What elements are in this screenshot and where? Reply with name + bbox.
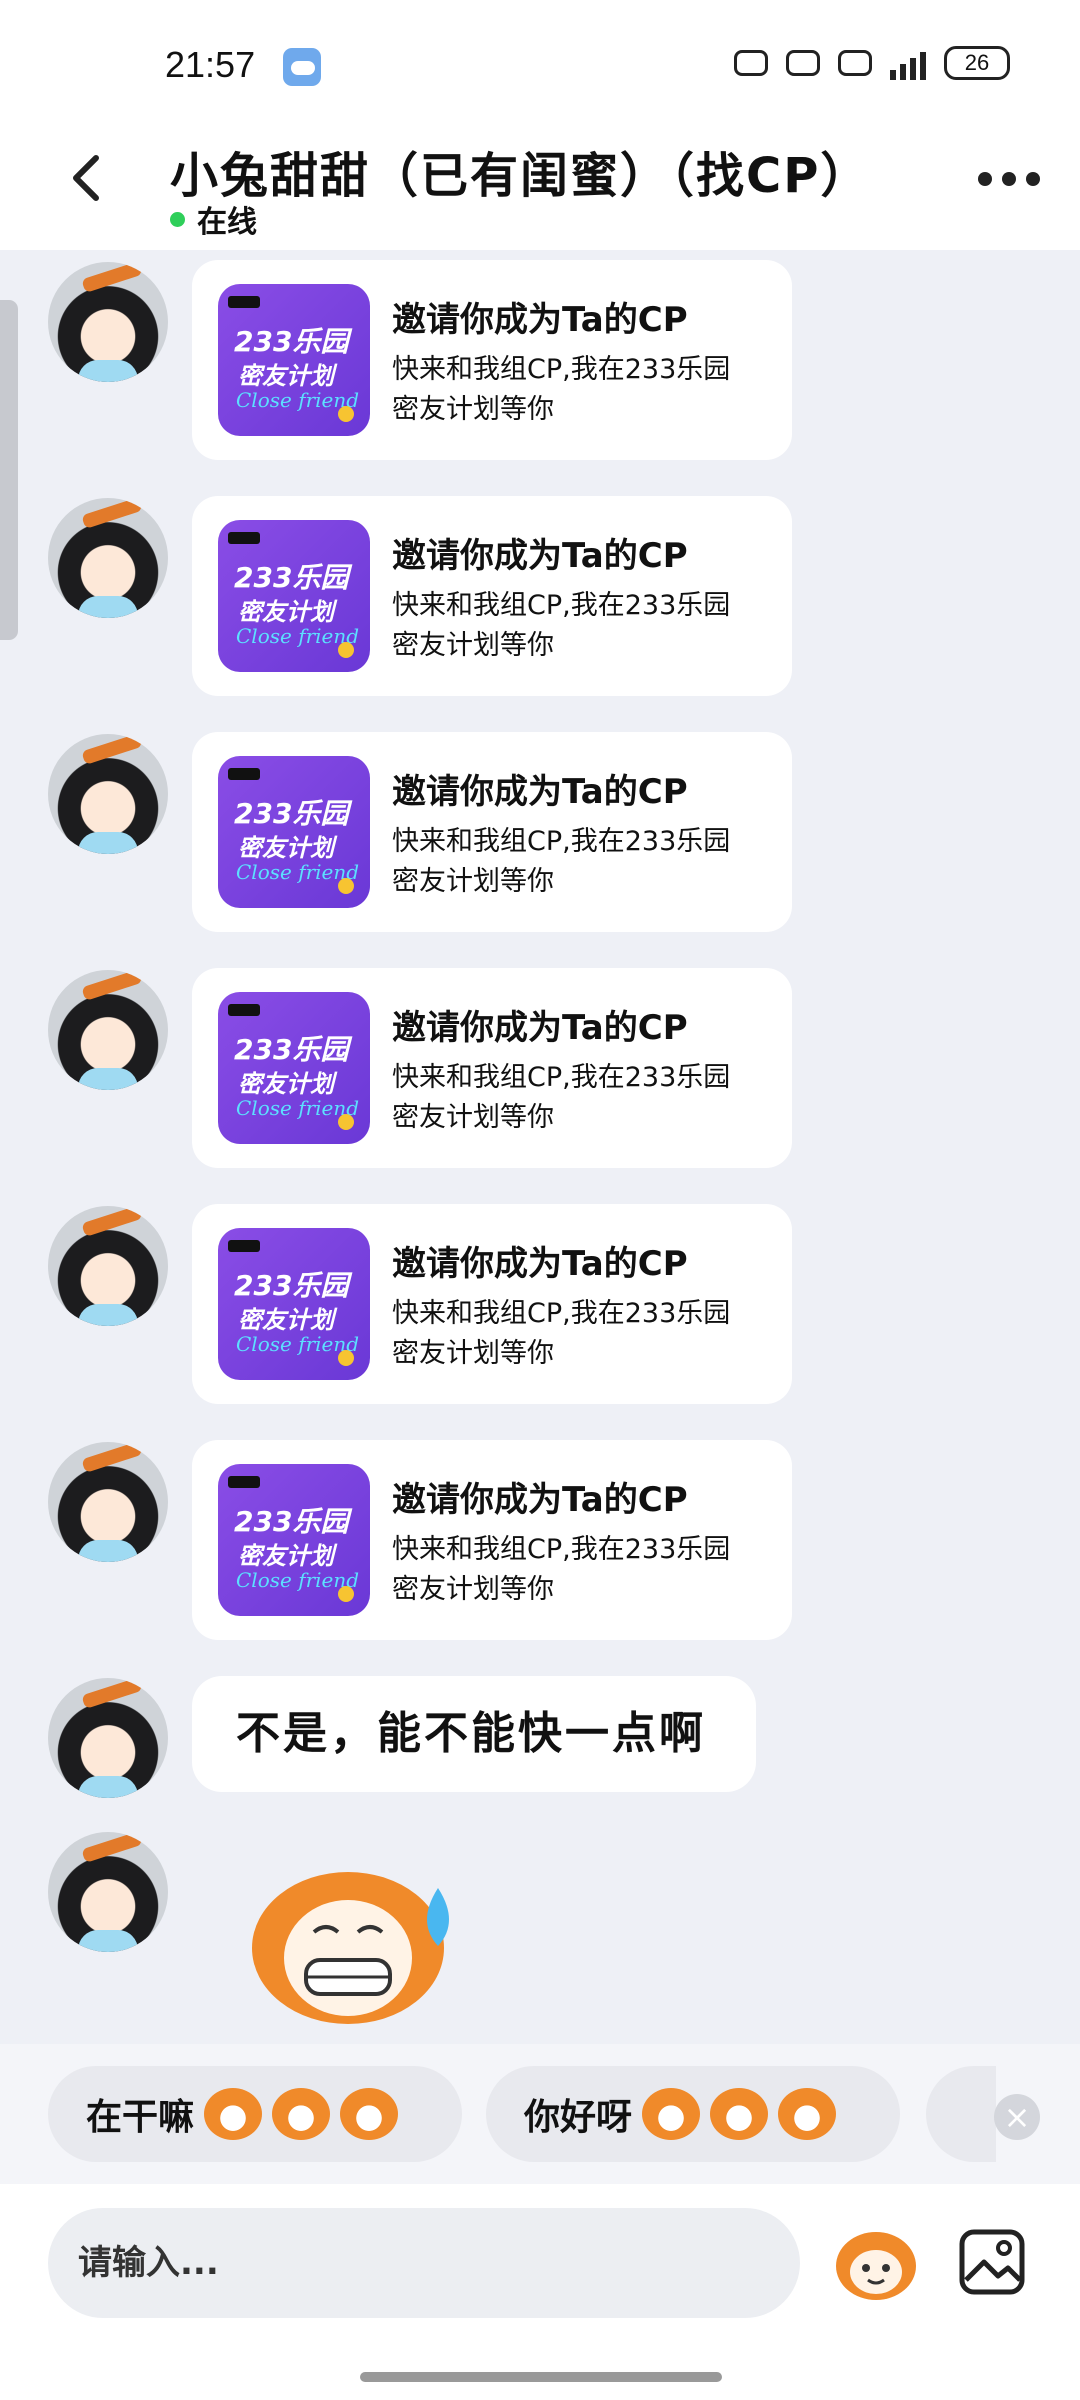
image-icon[interactable] xyxy=(958,2228,1026,2296)
close-friend-thumbnail: 233乐园 密友计划 Close friend xyxy=(218,284,370,436)
card-title: 邀请你成为Ta的CP xyxy=(392,536,688,576)
avatar[interactable] xyxy=(48,262,168,382)
thumb-brand: 233乐园 xyxy=(234,1033,349,1066)
back-arrow-icon[interactable] xyxy=(58,148,118,208)
smile-icon xyxy=(338,878,354,894)
grinning-cat-emoji-icon xyxy=(204,2088,263,2140)
emoji-sticker-icon[interactable] xyxy=(832,2222,920,2302)
text-message-bubble[interactable]: 不是，能不能快一点啊 xyxy=(192,1676,756,1792)
thumb-plan: 密友计划 xyxy=(238,598,334,626)
scrollbar[interactable] xyxy=(0,300,18,640)
cake-notification-icon xyxy=(786,50,820,76)
app-notification-icon xyxy=(734,50,768,76)
quick-reply-chip-partial[interactable] xyxy=(926,2066,996,2162)
avatar[interactable] xyxy=(48,970,168,1090)
card-desc: 快来和我组CP,我在233乐园 密友计划等你 xyxy=(392,826,731,897)
sunglasses-icon xyxy=(228,1240,260,1252)
close-friend-thumbnail: 233乐园 密友计划 Close friend xyxy=(218,992,370,1144)
clock: 21:57 xyxy=(165,44,256,85)
online-status: 在线 xyxy=(170,197,257,241)
card-desc: 快来和我组CP,我在233乐园 密友计划等你 xyxy=(392,590,731,661)
card-desc: 快来和我组CP,我在233乐园 密友计划等你 xyxy=(392,1534,731,1605)
invite-card[interactable]: 233乐园 密友计划 Close friend 邀请你成为Ta的CP 快来和我组… xyxy=(192,732,792,932)
smile-icon xyxy=(338,406,354,422)
input-bar xyxy=(0,2184,1080,2400)
status-icons: 26 xyxy=(734,46,1010,80)
grinning-cat-emoji-icon xyxy=(272,2088,331,2140)
thumb-plan: 密友计划 xyxy=(238,1542,334,1570)
surprised-cat-emoji-icon xyxy=(710,2088,769,2140)
quick-reply-chip[interactable]: 你好呀 xyxy=(486,2066,900,2162)
quick-reply-label: 在干嘛 xyxy=(86,2097,195,2138)
thumb-brand: 233乐园 xyxy=(234,797,349,830)
close-friend-thumbnail: 233乐园 密友计划 Close friend xyxy=(218,520,370,672)
battery-icon: 26 xyxy=(944,46,1010,80)
thumb-brand: 233乐园 xyxy=(234,561,349,594)
surprised-cat-emoji-icon xyxy=(642,2088,701,2140)
thumb-brand: 233乐园 xyxy=(234,1269,349,1302)
cloud-notification-icon xyxy=(838,50,872,76)
signal-icon xyxy=(890,46,926,80)
card-title: 邀请你成为Ta的CP xyxy=(392,772,688,812)
invite-card[interactable]: 233乐园 密友计划 Close friend 邀请你成为Ta的CP 快来和我组… xyxy=(192,496,792,696)
smile-icon xyxy=(338,1114,354,1130)
card-desc: 快来和我组CP,我在233乐园 密友计划等你 xyxy=(392,1298,731,1369)
status-bar: 21:57 26 xyxy=(0,0,1080,120)
more-dots-icon[interactable] xyxy=(978,172,1040,186)
card-title: 邀请你成为Ta的CP xyxy=(392,1480,688,1520)
thumb-brand: 233乐园 xyxy=(234,1505,349,1538)
close-friend-thumbnail: 233乐园 密友计划 Close friend xyxy=(218,1464,370,1616)
card-desc: 快来和我组CP,我在233乐园 密友计划等你 xyxy=(392,354,731,425)
invite-card[interactable]: 233乐园 密友计划 Close friend 邀请你成为Ta的CP 快来和我组… xyxy=(192,968,792,1168)
thumb-brand: 233乐园 xyxy=(234,325,349,358)
card-title: 邀请你成为Ta的CP xyxy=(392,1008,688,1048)
thumb-plan: 密友计划 xyxy=(238,362,334,390)
thumb-plan: 密友计划 xyxy=(238,1306,334,1334)
message-input[interactable] xyxy=(48,2208,800,2318)
card-desc: 快来和我组CP,我在233乐园 密友计划等你 xyxy=(392,1062,731,1133)
online-label: 在线 xyxy=(197,205,257,240)
quick-reply-label: 你好呀 xyxy=(524,2097,633,2138)
smile-icon xyxy=(338,1586,354,1602)
smile-icon xyxy=(338,642,354,658)
home-indicator[interactable] xyxy=(360,2372,722,2382)
grinning-cat-emoji-icon xyxy=(340,2088,399,2140)
weather-icon xyxy=(283,48,321,86)
avatar[interactable] xyxy=(48,1206,168,1326)
invite-card[interactable]: 233乐园 密友计划 Close friend 邀请你成为Ta的CP 快来和我组… xyxy=(192,260,792,460)
sunglasses-icon xyxy=(228,532,260,544)
surprised-cat-emoji-icon xyxy=(778,2088,837,2140)
avatar[interactable] xyxy=(48,1442,168,1562)
sunglasses-icon xyxy=(228,768,260,780)
avatar[interactable] xyxy=(48,1678,168,1798)
thumb-plan: 密友计划 xyxy=(238,834,334,862)
invite-card[interactable]: 233乐园 密友计划 Close friend 邀请你成为Ta的CP 快来和我组… xyxy=(192,1204,792,1404)
avatar[interactable] xyxy=(48,1832,168,1952)
chat-title: 小兔甜甜（已有闺蜜）（找CP） xyxy=(170,148,871,204)
sunglasses-icon xyxy=(228,296,260,308)
sweating-grin-sticker[interactable] xyxy=(238,1848,478,2028)
online-dot-icon xyxy=(170,211,185,227)
card-title: 邀请你成为Ta的CP xyxy=(392,300,688,340)
battery-level: 26 xyxy=(964,50,990,75)
close-friend-thumbnail: 233乐园 密友计划 Close friend xyxy=(218,1228,370,1380)
sunglasses-icon xyxy=(228,1004,260,1016)
close-icon[interactable]: × xyxy=(994,2094,1040,2140)
chat-header: 小兔甜甜（已有闺蜜）（找CP） 在线 xyxy=(0,120,1080,250)
sunglasses-icon xyxy=(228,1476,260,1488)
quick-reply-bar: 在干嘛 你好呀 × xyxy=(0,2044,1080,2184)
thumb-plan: 密友计划 xyxy=(238,1070,334,1098)
close-friend-thumbnail: 233乐园 密友计划 Close friend xyxy=(218,756,370,908)
smile-icon xyxy=(338,1350,354,1366)
avatar[interactable] xyxy=(48,498,168,618)
quick-reply-chip[interactable]: 在干嘛 xyxy=(48,2066,462,2162)
invite-card[interactable]: 233乐园 密友计划 Close friend 邀请你成为Ta的CP 快来和我组… xyxy=(192,1440,792,1640)
card-title: 邀请你成为Ta的CP xyxy=(392,1244,688,1284)
avatar[interactable] xyxy=(48,734,168,854)
